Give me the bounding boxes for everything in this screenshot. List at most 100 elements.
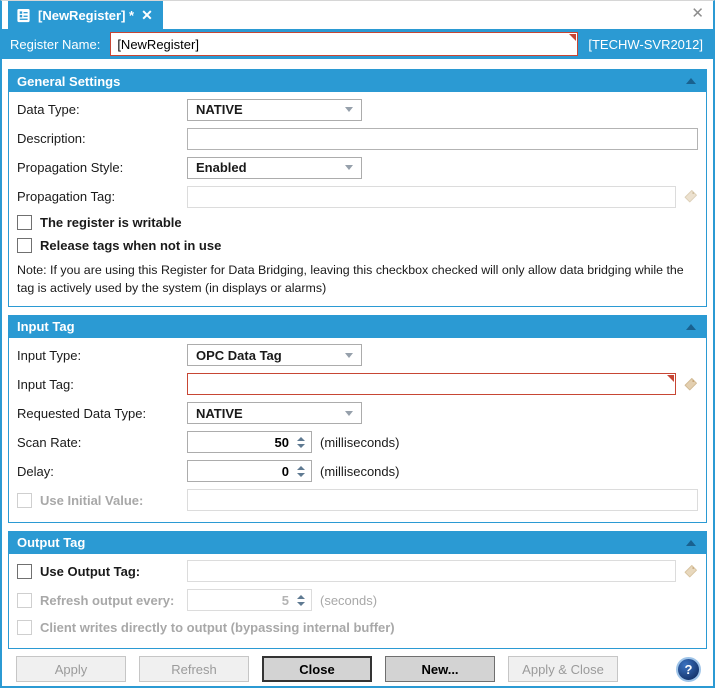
tag-icon[interactable] <box>683 564 698 579</box>
tab-title: [NewRegister] * <box>38 8 134 23</box>
register-name-field-wrap <box>110 32 578 56</box>
data-type-dropdown[interactable]: NATIVE <box>187 99 362 121</box>
use-output-tag-checkbox[interactable] <box>17 564 32 579</box>
refresh-interval-input <box>188 593 293 608</box>
refresh-output-label: Refresh output every: <box>40 593 174 608</box>
refresh-button[interactable]: Refresh <box>139 656 249 682</box>
data-bridging-note: Note: If you are using this Register for… <box>17 257 698 299</box>
requested-data-type-dropdown[interactable]: NATIVE <box>187 402 362 424</box>
collapse-arrow-icon[interactable] <box>686 540 696 546</box>
register-name-label: Register Name: <box>10 37 100 52</box>
general-settings-header[interactable]: General Settings <box>9 70 706 92</box>
output-tag-title: Output Tag <box>17 535 85 550</box>
release-tags-label: Release tags when not in use <box>40 238 221 253</box>
spin-up-icon[interactable] <box>297 466 305 470</box>
output-tag-header[interactable]: Output Tag <box>9 532 706 554</box>
description-row: Description: <box>17 124 698 153</box>
initial-value-input <box>187 489 698 511</box>
spin-down-icon[interactable] <box>297 473 305 477</box>
release-tags-row: Release tags when not in use <box>17 234 698 257</box>
input-type-row: Input Type: OPC Data Tag <box>17 341 698 370</box>
spin-down-icon <box>297 602 305 606</box>
propagation-style-value: Enabled <box>196 160 247 175</box>
tab-close-icon[interactable]: ✕ <box>141 8 153 22</box>
chevron-down-icon <box>345 411 353 416</box>
propagation-tag-input <box>187 186 676 208</box>
client-writes-label: Client writes directly to output (bypass… <box>40 620 395 635</box>
window-close-icon[interactable]: ✕ <box>691 6 704 21</box>
refresh-output-checkbox <box>17 593 32 608</box>
spin-down-icon[interactable] <box>297 444 305 448</box>
data-type-value: NATIVE <box>196 102 243 117</box>
writable-row: The register is writable <box>17 211 698 234</box>
propagation-style-label: Propagation Style: <box>17 160 187 175</box>
requested-data-type-value: NATIVE <box>196 406 243 421</box>
apply-button[interactable]: Apply <box>16 656 126 682</box>
use-output-check-group: Use Output Tag: <box>17 564 187 579</box>
refresh-interval-stepper <box>187 589 312 611</box>
register-name-input[interactable] <box>110 32 578 56</box>
general-settings-section: General Settings Data Type: NATIVE Descr… <box>8 69 707 307</box>
tab-newregister[interactable]: [NewRegister] * ✕ <box>8 1 163 29</box>
collapse-arrow-icon[interactable] <box>686 324 696 330</box>
delay-label: Delay: <box>17 464 187 479</box>
input-tag-title: Input Tag <box>17 319 75 334</box>
release-tags-checkbox[interactable] <box>17 238 32 253</box>
spin-up-icon[interactable] <box>297 437 305 441</box>
input-tag-label: Input Tag: <box>17 377 187 392</box>
description-label: Description: <box>17 131 187 146</box>
input-type-dropdown[interactable]: OPC Data Tag <box>187 344 362 366</box>
scan-rate-input[interactable] <box>188 435 293 450</box>
refresh-output-check-group: Refresh output every: <box>17 593 187 608</box>
input-tag-header[interactable]: Input Tag <box>9 316 706 338</box>
apply-close-button[interactable]: Apply & Close <box>508 656 618 682</box>
input-tag-input[interactable] <box>187 373 676 395</box>
close-button[interactable]: Close <box>262 656 372 682</box>
chevron-down-icon <box>345 165 353 170</box>
input-tag-field-wrap <box>187 373 676 395</box>
requested-data-type-row: Requested Data Type: NATIVE <box>17 399 698 428</box>
scan-rate-label: Scan Rate: <box>17 435 187 450</box>
chevron-down-icon <box>345 107 353 112</box>
delay-stepper[interactable] <box>187 460 312 482</box>
input-tag-body: Input Type: OPC Data Tag Input Tag: <box>9 338 706 522</box>
use-output-tag-label: Use Output Tag: <box>40 564 140 579</box>
spinner-arrows-icon <box>293 466 311 477</box>
collapse-arrow-icon[interactable] <box>686 78 696 84</box>
propagation-style-dropdown[interactable]: Enabled <box>187 157 362 179</box>
refresh-interval-unit: (seconds) <box>320 593 377 608</box>
scan-rate-stepper[interactable] <box>187 431 312 453</box>
initial-value-check-group: Use Initial Value: <box>17 493 187 508</box>
use-output-tag-row: Use Output Tag: <box>17 557 698 586</box>
client-writes-checkbox <box>17 620 32 635</box>
tag-icon[interactable] <box>683 377 698 392</box>
spin-up-icon <box>297 595 305 599</box>
general-settings-body: Data Type: NATIVE Description: Propagati… <box>9 92 706 306</box>
propagation-style-row: Propagation Style: Enabled <box>17 153 698 182</box>
tag-icon <box>683 189 698 204</box>
new-button[interactable]: New... <box>385 656 495 682</box>
client-writes-row: Client writes directly to output (bypass… <box>17 615 698 641</box>
spinner-arrows-icon <box>293 595 311 606</box>
input-type-value: OPC Data Tag <box>196 348 282 363</box>
server-name-label: [TECHW-SVR2012] <box>588 37 705 52</box>
data-type-label: Data Type: <box>17 102 187 117</box>
description-input[interactable] <box>187 128 698 150</box>
delay-row: Delay: (milliseconds) <box>17 457 698 486</box>
initial-value-label: Use Initial Value: <box>40 493 143 508</box>
footer-button-bar: Apply Refresh Close New... Apply & Close… <box>16 656 701 683</box>
writable-checkbox[interactable] <box>17 215 32 230</box>
output-tag-section: Output Tag Use Output Tag: <box>8 531 707 649</box>
data-type-row: Data Type: NATIVE <box>17 95 698 124</box>
chevron-down-icon <box>345 353 353 358</box>
requested-data-type-label: Requested Data Type: <box>17 406 187 421</box>
input-tag-section: Input Tag Input Type: OPC Data Tag Input… <box>8 315 707 523</box>
input-tag-row: Input Tag: <box>17 370 698 399</box>
delay-input[interactable] <box>188 464 293 479</box>
general-settings-title: General Settings <box>17 74 120 89</box>
help-icon[interactable]: ? <box>676 657 701 682</box>
tab-bar: [NewRegister] * ✕ ✕ <box>2 1 713 29</box>
propagation-tag-row: Propagation Tag: <box>17 182 698 211</box>
refresh-output-row: Refresh output every: (seconds) <box>17 586 698 615</box>
scan-rate-row: Scan Rate: (milliseconds) <box>17 428 698 457</box>
